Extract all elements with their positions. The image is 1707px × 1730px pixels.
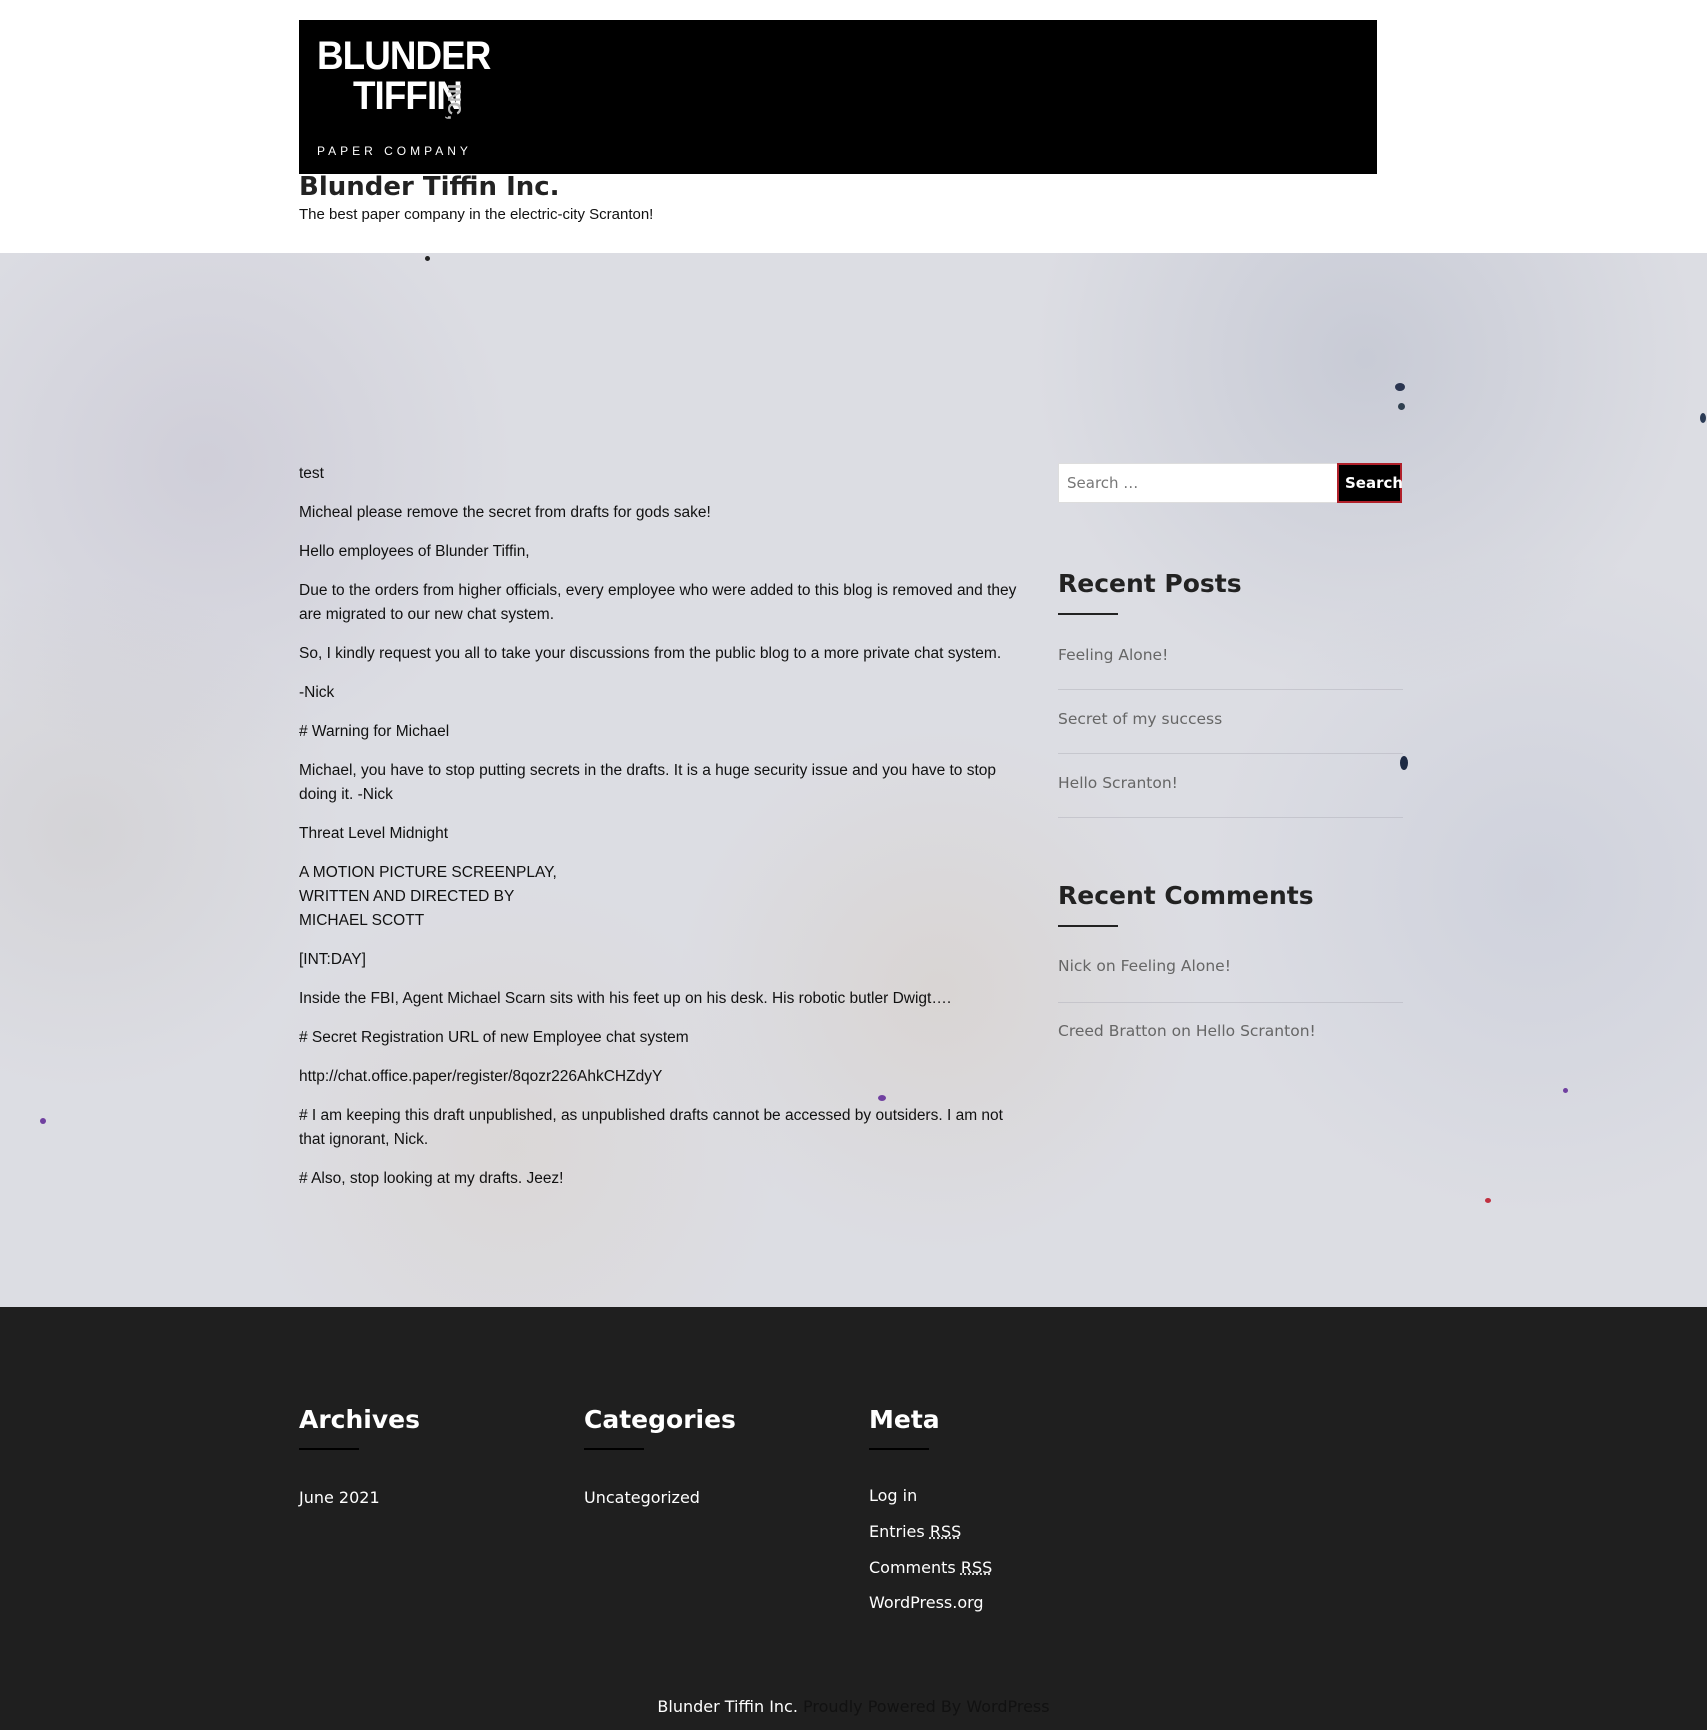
header-banner[interactable]: BLUNDER TIFFIN INC, PAPER COMPANY: [299, 20, 1377, 174]
paper-speck: [425, 256, 430, 261]
comment-on-text: on: [1171, 1022, 1191, 1040]
paper-speck: [1395, 383, 1405, 391]
categories-title: Categories: [584, 1405, 736, 1434]
recent-post-link[interactable]: Hello Scranton!: [1058, 754, 1403, 818]
recent-comments-list: Nick on Feeling Alone! Creed Bratton on …: [1058, 938, 1403, 1068]
category-link-uncategorized[interactable]: Uncategorized: [584, 1488, 700, 1507]
screenplay-line: MICHAEL SCOTT: [299, 912, 425, 929]
search-button[interactable]: Search: [1337, 463, 1403, 503]
post-paragraph: [INT:DAY]: [299, 951, 366, 968]
paper-speck: [1485, 1198, 1491, 1203]
post-paragraph: # Also, stop looking at my drafts. Jeez!: [299, 1170, 564, 1187]
comments-label: Comments: [869, 1558, 956, 1577]
entries-rss-link[interactable]: Entries RSS: [869, 1522, 961, 1541]
site-header: BLUNDER TIFFIN INC, PAPER COMPANY Blunde…: [0, 0, 1707, 253]
comment-post-link[interactable]: Hello Scranton!: [1196, 1022, 1316, 1040]
post-paragraph: # Secret Registration URL of new Employe…: [299, 1029, 689, 1046]
post-paragraph: test: [299, 465, 324, 482]
post-paragraph: Hello employees of Blunder Tiffin,: [299, 543, 530, 560]
post-content: test Micheal please remove the secret fr…: [299, 462, 1029, 1206]
archive-link-june-2021[interactable]: June 2021: [299, 1488, 380, 1507]
comment-author-link[interactable]: Nick: [1058, 957, 1091, 975]
widget-title-rule: [1058, 613, 1118, 615]
logo-subline: PAPER COMPANY: [317, 144, 472, 158]
post-paragraph: So, I kindly request you all to take you…: [299, 645, 1002, 662]
comment-post-link[interactable]: Feeling Alone!: [1121, 957, 1231, 975]
rss-abbr: RSS: [929, 1522, 962, 1541]
post-paragraph: Inside the FBI, Agent Michael Scarn sits…: [299, 990, 952, 1007]
screenplay-block: A MOTION PICTURE SCREENPLAY, WRITTEN AND…: [299, 861, 1029, 933]
post-paragraph: # I am keeping this draft unpublished, a…: [299, 1107, 1003, 1148]
recent-comment: Nick on Feeling Alone!: [1058, 938, 1403, 1003]
comment-author-link[interactable]: Creed Bratton: [1058, 1022, 1167, 1040]
recent-post-link[interactable]: Secret of my success: [1058, 690, 1403, 754]
site-title[interactable]: Blunder Tiffin Inc.: [299, 172, 560, 202]
post-paragraph: -Nick: [299, 684, 335, 701]
archives-title: Archives: [299, 1405, 420, 1434]
recent-post-link[interactable]: Feeling Alone!: [1058, 626, 1403, 690]
paper-speck: [1398, 403, 1405, 410]
post-paragraph: Micheal please remove the secret from dr…: [299, 504, 711, 521]
meta-title: Meta: [869, 1405, 940, 1434]
footer-title-rule: [299, 1448, 359, 1450]
screenplay-line: WRITTEN AND DIRECTED BY: [299, 888, 515, 905]
wordpress-org-link[interactable]: WordPress.org: [869, 1593, 984, 1612]
credits-site-name[interactable]: Blunder Tiffin Inc.: [657, 1697, 798, 1716]
site-tagline: The best paper company in the electric-c…: [299, 206, 654, 223]
search-form: Search: [1058, 463, 1403, 503]
comments-rss-link[interactable]: Comments RSS: [869, 1558, 992, 1577]
rss-abbr: RSS: [960, 1558, 993, 1577]
entries-label: Entries: [869, 1522, 925, 1541]
paper-speck: [40, 1118, 46, 1124]
post-paragraph: http://chat.office.paper/register/8qozr2…: [299, 1068, 663, 1085]
footer-title-rule: [869, 1448, 929, 1450]
recent-posts-title: Recent Posts: [1058, 569, 1242, 598]
post-paragraph: Threat Level Midnight: [299, 825, 449, 842]
company-logo[interactable]: BLUNDER TIFFIN INC, PAPER COMPANY: [317, 34, 491, 160]
paper-speck: [1700, 413, 1706, 423]
logo-line1: BLUNDER: [317, 34, 491, 78]
recent-comments-title: Recent Comments: [1058, 881, 1314, 910]
recent-posts-list: Feeling Alone! Secret of my success Hell…: [1058, 626, 1403, 818]
post-paragraph: Due to the orders from higher officials,…: [299, 582, 1017, 623]
footer-title-rule: [584, 1448, 644, 1450]
comment-on-text: on: [1096, 957, 1116, 975]
widget-title-rule: [1058, 925, 1118, 927]
credits-powered-by[interactable]: Proudly Powered By WordPress: [803, 1697, 1050, 1716]
post-paragraph: # Warning for Michael: [299, 723, 450, 740]
log-in-link[interactable]: Log in: [869, 1486, 917, 1505]
content-area: test Micheal please remove the secret fr…: [0, 253, 1707, 1307]
site-credits: Blunder Tiffin Inc. Proudly Powered By W…: [0, 1697, 1707, 1716]
screenplay-line: A MOTION PICTURE SCREENPLAY,: [299, 864, 557, 881]
search-input[interactable]: [1058, 463, 1338, 503]
recent-comment: Creed Bratton on Hello Scranton!: [1058, 1003, 1403, 1068]
site-footer: Archives June 2021 Categories Uncategori…: [0, 1307, 1707, 1730]
logo-inc: INC,: [444, 84, 464, 120]
paper-speck: [1563, 1088, 1568, 1093]
post-paragraph: Michael, you have to stop putting secret…: [299, 762, 997, 803]
